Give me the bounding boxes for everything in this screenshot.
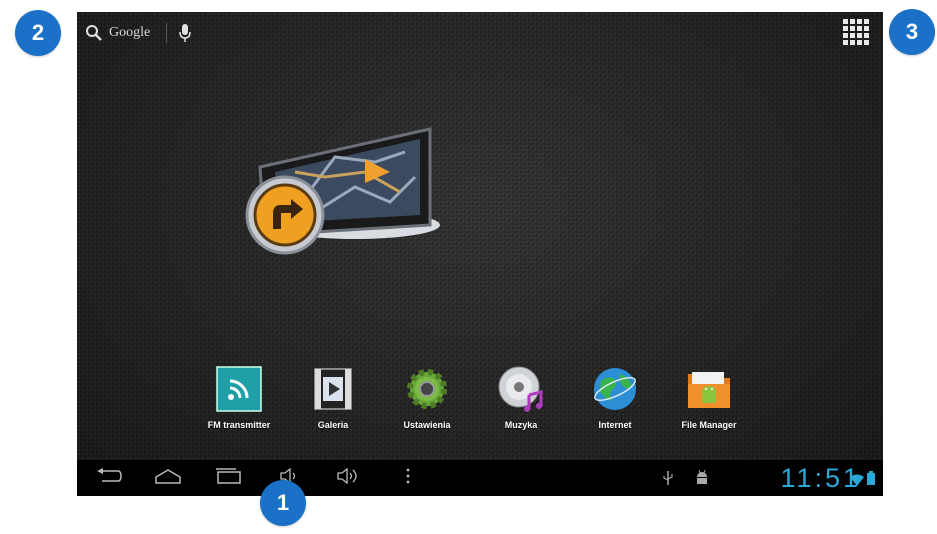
home-button[interactable] bbox=[153, 466, 183, 490]
tablet-home-screen: Google FM transmitter Galeria Ustawienia… bbox=[77, 12, 883, 496]
volume-up-button[interactable] bbox=[335, 466, 361, 490]
callout-3-number: 3 bbox=[905, 19, 919, 44]
dock-item-internet[interactable]: Internet bbox=[568, 364, 662, 430]
callout-2-number: 2 bbox=[31, 20, 45, 45]
dock-label: Muzyka bbox=[504, 420, 538, 430]
music-icon[interactable] bbox=[496, 364, 546, 414]
callout-1-number: 1 bbox=[276, 490, 290, 515]
google-search-widget[interactable]: Google bbox=[85, 20, 191, 46]
callout-2: 2 bbox=[15, 10, 61, 56]
search-divider bbox=[166, 23, 168, 43]
dock-label: Ustawienia bbox=[403, 420, 451, 430]
status-clock: 11:51 bbox=[780, 463, 861, 493]
gallery-icon[interactable] bbox=[308, 364, 358, 414]
dock-item-galeria[interactable]: Galeria bbox=[286, 364, 380, 430]
system-navigation-bar: 11:51 bbox=[77, 460, 883, 496]
menu-button[interactable] bbox=[403, 466, 413, 490]
fm-transmitter-icon[interactable] bbox=[214, 364, 264, 414]
dock-item-fm-transmitter[interactable]: FM transmitter bbox=[192, 364, 286, 430]
battery-icon bbox=[867, 471, 875, 490]
internet-icon[interactable] bbox=[590, 364, 640, 414]
wifi-icon bbox=[850, 473, 864, 491]
back-button[interactable] bbox=[95, 466, 123, 490]
dock-label: Galeria bbox=[317, 420, 349, 430]
all-apps-grid-icon[interactable] bbox=[843, 19, 869, 45]
google-label[interactable]: Google bbox=[109, 25, 150, 41]
overflow-menu-icon bbox=[406, 468, 410, 489]
app-dock: FM transmitter Galeria Ustawienia Muzyka… bbox=[192, 364, 756, 430]
file-manager-icon[interactable] bbox=[684, 364, 734, 414]
home-icon bbox=[154, 468, 182, 489]
search-icon[interactable] bbox=[85, 24, 103, 42]
dock-label: FM transmitter bbox=[207, 420, 271, 430]
recent-apps-button[interactable] bbox=[213, 466, 243, 490]
dock-item-file-manager[interactable]: File Manager bbox=[662, 364, 756, 430]
dock-item-muzyka[interactable]: Muzyka bbox=[474, 364, 568, 430]
recent-apps-icon bbox=[214, 467, 242, 489]
callout-1: 1 bbox=[260, 480, 306, 526]
dock-label: File Manager bbox=[681, 420, 737, 430]
gps-navigation-widget[interactable] bbox=[215, 117, 445, 257]
back-icon bbox=[96, 467, 122, 489]
callout-3: 3 bbox=[889, 9, 935, 55]
microphone-icon[interactable] bbox=[179, 23, 191, 43]
dock-item-ustawienia[interactable]: Ustawienia bbox=[380, 364, 474, 430]
settings-icon[interactable] bbox=[402, 364, 452, 414]
usb-icon bbox=[663, 469, 673, 492]
volume-up-icon bbox=[336, 467, 360, 489]
android-debug-icon bbox=[695, 469, 709, 492]
dock-label: Internet bbox=[598, 420, 632, 430]
